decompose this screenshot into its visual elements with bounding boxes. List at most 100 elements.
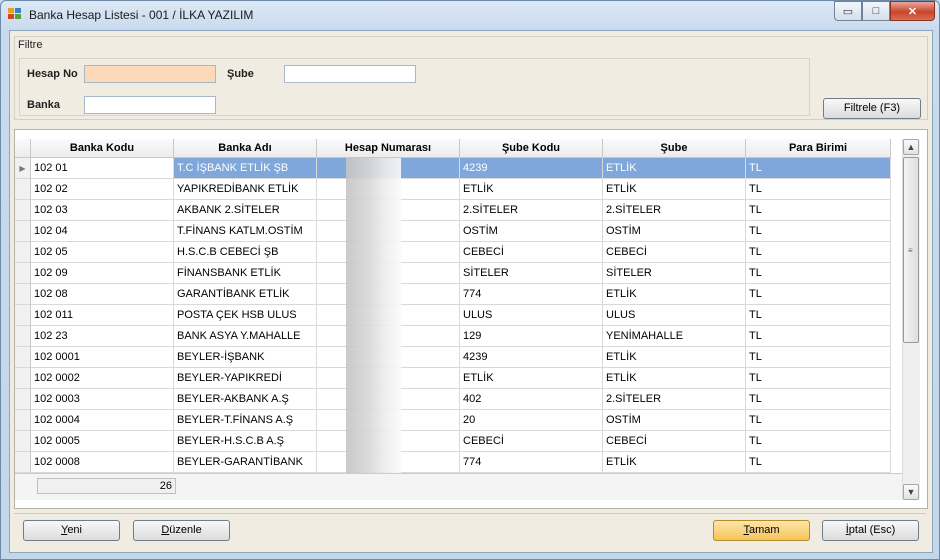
cell-sube[interactable]: 2.SİTELER (603, 389, 746, 410)
table-row[interactable]: 102 02 YAPIKREDİBANK ETLİK ETLİK ETLİK TL (15, 179, 891, 200)
vertical-scrollbar[interactable]: ▲ ≡ ▼ (902, 139, 920, 500)
table-row[interactable]: 102 05 H.S.C.B CEBECİ ŞB CEBECİ CEBECİ TL (15, 242, 891, 263)
close-button[interactable]: ✕ (890, 1, 935, 21)
filter-button[interactable]: Filtrele (F3) (823, 98, 921, 119)
cell-banka-kodu[interactable]: 102 04 (31, 221, 174, 242)
column-header-hesap-numarasi[interactable]: Hesap Numarası (317, 139, 460, 158)
cell-banka-adi[interactable]: POSTA ÇEK HSB ULUS (174, 305, 317, 326)
maximize-button[interactable]: □ (862, 1, 890, 21)
cell-sube-kodu[interactable]: 20 (460, 410, 603, 431)
cell-banka-kodu[interactable]: 102 0008 (31, 452, 174, 473)
table-row[interactable]: 102 0005 BEYLER-H.S.C.B A.Ş CEBECİ CEBECİ TL (15, 431, 891, 452)
cell-para-birimi[interactable]: TL (746, 305, 891, 326)
cell-sube[interactable]: ETLİK (603, 452, 746, 473)
cell-para-birimi[interactable]: TL (746, 242, 891, 263)
cell-banka-kodu[interactable]: 102 0001 (31, 347, 174, 368)
cell-para-birimi[interactable]: TL (746, 221, 891, 242)
cell-banka-adi[interactable]: BEYLER-İŞBANK (174, 347, 317, 368)
cell-sube[interactable]: SİTELER (603, 263, 746, 284)
cell-sube[interactable]: CEBECİ (603, 431, 746, 452)
cell-para-birimi[interactable]: TL (746, 389, 891, 410)
cell-banka-adi[interactable]: BANK ASYA Y.MAHALLE (174, 326, 317, 347)
cell-banka-adi[interactable]: GARANTİBANK ETLİK (174, 284, 317, 305)
cell-banka-adi[interactable]: BEYLER-GARANTİBANK (174, 452, 317, 473)
cell-sube[interactable]: ETLİK (603, 368, 746, 389)
banka-input[interactable] (84, 96, 216, 114)
cell-para-birimi[interactable]: TL (746, 326, 891, 347)
cell-banka-adi[interactable]: AKBANK 2.SİTELER (174, 200, 317, 221)
cell-sube-kodu[interactable]: 129 (460, 326, 603, 347)
cell-sube-kodu[interactable]: OSTİM (460, 221, 603, 242)
cell-banka-adi[interactable]: BEYLER-AKBANK A.Ş (174, 389, 317, 410)
table-row[interactable]: 102 0004 BEYLER-T.FİNANS A.Ş 20 OSTİM TL (15, 410, 891, 431)
cell-banka-kodu[interactable]: 102 011 (31, 305, 174, 326)
column-header-banka-adi[interactable]: Banka Adı (174, 139, 317, 158)
cell-sube[interactable]: OSTİM (603, 221, 746, 242)
cell-banka-adi[interactable]: T.FİNANS KATLM.OSTİM (174, 221, 317, 242)
iptal-button[interactable]: İptal (Esc) (822, 520, 919, 541)
cell-sube-kodu[interactable]: 2.SİTELER (460, 200, 603, 221)
cell-sube-kodu[interactable]: 4239 (460, 158, 603, 179)
column-header-sube-kodu[interactable]: Şube Kodu (460, 139, 603, 158)
cell-sube-kodu[interactable]: 774 (460, 284, 603, 305)
cell-sube[interactable]: 2.SİTELER (603, 200, 746, 221)
cell-banka-kodu[interactable]: 102 0004 (31, 410, 174, 431)
cell-banka-kodu[interactable]: 102 01 (31, 158, 174, 179)
tamam-button[interactable]: Tamam (713, 520, 810, 541)
hesap-no-input[interactable] (84, 65, 216, 83)
minimize-button[interactable]: ▭ (834, 1, 862, 21)
cell-sube-kodu[interactable]: CEBECİ (460, 431, 603, 452)
cell-para-birimi[interactable]: TL (746, 179, 891, 200)
cell-banka-kodu[interactable]: 102 0003 (31, 389, 174, 410)
table-row[interactable]: 102 23 BANK ASYA Y.MAHALLE 129 YENİMAHALLE T… (15, 326, 891, 347)
cell-para-birimi[interactable]: TL (746, 431, 891, 452)
cell-sube-kodu[interactable]: CEBECİ (460, 242, 603, 263)
scroll-up-button[interactable]: ▲ (903, 139, 919, 155)
cell-sube[interactable]: ETLİK (603, 284, 746, 305)
column-header-banka-kodu[interactable]: Banka Kodu (31, 139, 174, 158)
cell-sube-kodu[interactable]: ETLİK (460, 368, 603, 389)
table-row[interactable]: ▶ 102 01 T.C İŞBANK ETLİK ŞB 4239 ETLİK TL (15, 158, 891, 179)
cell-para-birimi[interactable]: TL (746, 368, 891, 389)
cell-sube[interactable]: ULUS (603, 305, 746, 326)
cell-sube[interactable]: CEBECİ (603, 242, 746, 263)
cell-para-birimi[interactable]: TL (746, 410, 891, 431)
cell-sube[interactable]: ETLİK (603, 158, 746, 179)
cell-banka-adi[interactable]: BEYLER-YAPIKREDİ (174, 368, 317, 389)
title-bar[interactable]: Banka Hesap Listesi - 001 / İLKA YAZILIM… (1, 1, 939, 29)
table-row[interactable]: 102 0001 BEYLER-İŞBANK 4239 ETLİK TL (15, 347, 891, 368)
table-row[interactable]: 102 04 T.FİNANS KATLM.OSTİM OSTİM OSTİM TL (15, 221, 891, 242)
cell-sube-kodu[interactable]: ULUS (460, 305, 603, 326)
cell-sube-kodu[interactable]: 4239 (460, 347, 603, 368)
cell-sube[interactable]: YENİMAHALLE (603, 326, 746, 347)
cell-para-birimi[interactable]: TL (746, 200, 891, 221)
column-header-sube[interactable]: Şube (603, 139, 746, 158)
cell-banka-adi[interactable]: BEYLER-T.FİNANS A.Ş (174, 410, 317, 431)
cell-banka-adi[interactable]: T.C İŞBANK ETLİK ŞB (174, 158, 317, 179)
cell-banka-adi[interactable]: BEYLER-H.S.C.B A.Ş (174, 431, 317, 452)
cell-para-birimi[interactable]: TL (746, 158, 891, 179)
table-row[interactable]: 102 0002 BEYLER-YAPIKREDİ ETLİK ETLİK TL (15, 368, 891, 389)
table-row[interactable]: 102 0008 BEYLER-GARANTİBANK 774 ETLİK TL (15, 452, 891, 473)
cell-sube-kodu[interactable]: SİTELER (460, 263, 603, 284)
cell-banka-kodu[interactable]: 102 0002 (31, 368, 174, 389)
scroll-down-button[interactable]: ▼ (903, 484, 919, 500)
cell-para-birimi[interactable]: TL (746, 263, 891, 284)
cell-sube-kodu[interactable]: 774 (460, 452, 603, 473)
cell-sube[interactable]: ETLİK (603, 179, 746, 200)
table-row[interactable]: 102 011 POSTA ÇEK HSB ULUS ULUS ULUS TL (15, 305, 891, 326)
yeni-button[interactable]: Yeni (23, 520, 120, 541)
cell-banka-kodu[interactable]: 102 09 (31, 263, 174, 284)
cell-banka-adi[interactable]: YAPIKREDİBANK ETLİK (174, 179, 317, 200)
cell-banka-kodu[interactable]: 102 23 (31, 326, 174, 347)
cell-para-birimi[interactable]: TL (746, 347, 891, 368)
cell-banka-kodu[interactable]: 102 02 (31, 179, 174, 200)
cell-para-birimi[interactable]: TL (746, 284, 891, 305)
cell-banka-kodu[interactable]: 102 08 (31, 284, 174, 305)
table-row[interactable]: 102 08 GARANTİBANK ETLİK 774 ETLİK TL (15, 284, 891, 305)
column-header-para-birimi[interactable]: Para Birimi (746, 139, 891, 158)
cell-banka-adi[interactable]: FİNANSBANK ETLİK (174, 263, 317, 284)
table-row[interactable]: 102 03 AKBANK 2.SİTELER 2.SİTELER 2.SİTELER… (15, 200, 891, 221)
duzenle-button[interactable]: Düzenle (133, 520, 230, 541)
cell-sube-kodu[interactable]: 402 (460, 389, 603, 410)
